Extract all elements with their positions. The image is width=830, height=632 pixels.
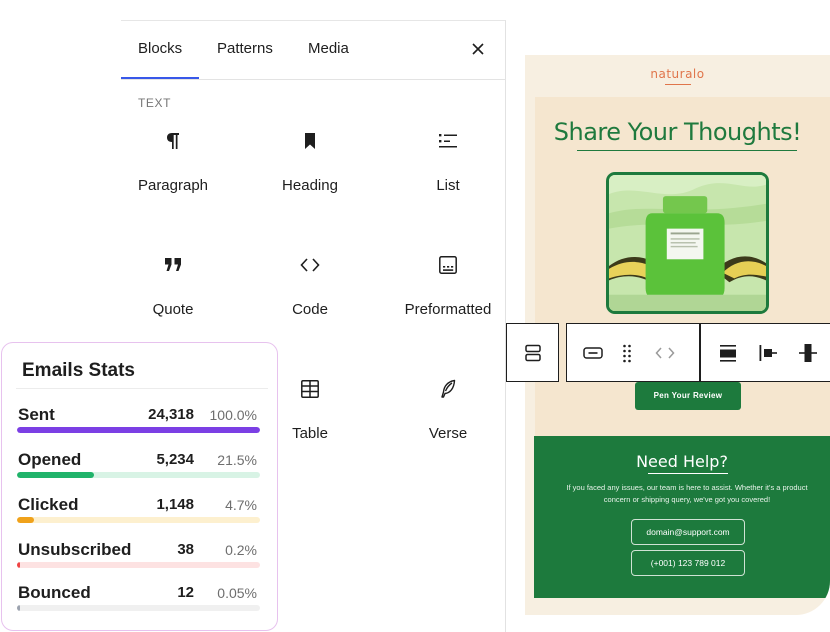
stat-count: 1,148 xyxy=(156,496,194,513)
align-left-button[interactable] xyxy=(756,341,780,365)
hero-title-underline xyxy=(577,150,797,151)
tab-blocks[interactable]: Blocks xyxy=(138,40,182,57)
align-left-icon xyxy=(759,345,777,361)
help-title: Need Help? xyxy=(636,452,728,471)
list-icon xyxy=(436,129,460,153)
contact-phone-button[interactable]: (+001) 123 789 012 xyxy=(631,550,745,576)
stat-count: 24,318 xyxy=(148,406,194,423)
block-label: Verse xyxy=(428,425,468,442)
heading-bookmark-icon xyxy=(298,129,322,153)
close-icon xyxy=(472,43,484,55)
drag-handle-button[interactable] xyxy=(615,341,639,365)
move-arrows-icon xyxy=(655,347,675,359)
help-title-underline xyxy=(648,473,728,474)
move-arrows-button[interactable] xyxy=(653,341,677,365)
contact-email-button[interactable]: domain@support.com xyxy=(631,519,745,545)
close-inserter-button[interactable] xyxy=(466,37,490,61)
stat-count: 5,234 xyxy=(156,451,194,468)
stat-row-clicked: Clicked 1,148 4.7% xyxy=(2,495,277,539)
stat-label: Clicked xyxy=(18,495,79,514)
paragraph-icon xyxy=(161,129,185,153)
block-item-quote[interactable]: Quote xyxy=(113,245,233,345)
tab-patterns[interactable]: Patterns xyxy=(217,40,273,57)
block-item-list[interactable]: List xyxy=(388,121,508,221)
stat-percent: 21.5% xyxy=(217,452,257,468)
stat-progress-fill xyxy=(17,605,20,611)
stats-title: Emails Stats xyxy=(22,360,135,381)
hero-title: Share Your Thoughts! xyxy=(553,118,802,146)
code-icon xyxy=(298,253,322,277)
stat-progress-fill xyxy=(17,427,260,433)
stat-label: Bounced xyxy=(18,583,91,602)
toolbar-block-controls xyxy=(566,323,700,382)
block-label: Heading xyxy=(282,177,338,194)
stat-row-opened: Opened 5,234 21.5% xyxy=(2,450,277,494)
block-item-preformatted[interactable]: Preformatted xyxy=(388,245,508,345)
help-text: If you faced any issues, our team is her… xyxy=(566,483,808,504)
product-image xyxy=(606,172,769,314)
block-item-code[interactable]: Code xyxy=(250,245,370,345)
block-label: Code xyxy=(292,301,328,318)
stat-row-bounced: Bounced 12 0.05% xyxy=(2,583,277,627)
brand-logo: naturalo xyxy=(650,67,705,81)
stat-progress-track xyxy=(17,562,260,568)
button-block-icon xyxy=(583,347,603,359)
stat-progress-track xyxy=(17,605,260,611)
toolbar-alignment-controls xyxy=(700,323,830,382)
stat-progress-fill xyxy=(17,562,20,568)
drag-handle-icon xyxy=(623,344,631,363)
stat-row-unsubscribed: Unsubscribed 38 0.2% xyxy=(2,540,277,584)
block-label: Quote xyxy=(152,301,194,318)
block-label: List xyxy=(436,177,460,194)
tab-media[interactable]: Media xyxy=(308,40,349,57)
align-top-icon xyxy=(720,345,736,362)
block-item-heading[interactable]: Heading xyxy=(250,121,370,221)
stat-progress-fill xyxy=(17,472,94,478)
block-item-verse[interactable]: Verse xyxy=(388,369,508,469)
stat-percent: 100.0% xyxy=(209,407,257,423)
stats-divider xyxy=(16,388,268,389)
align-center-icon xyxy=(799,344,817,362)
brand-underline xyxy=(665,84,691,85)
block-item-paragraph[interactable]: Paragraph xyxy=(113,121,233,221)
pen-review-button[interactable]: Pen Your Review xyxy=(635,382,741,410)
stat-percent: 4.7% xyxy=(225,497,257,513)
align-top-button[interactable] xyxy=(716,341,740,365)
stat-progress-track xyxy=(17,472,260,478)
stat-progress-track xyxy=(17,427,260,433)
stat-label: Opened xyxy=(18,450,82,469)
email-stats-card: Emails Stats Sent 24,318 100.0% Opened 5… xyxy=(1,342,278,631)
stat-row-sent: Sent 24,318 100.0% xyxy=(2,405,277,449)
verse-feather-icon xyxy=(436,377,460,401)
preformatted-icon xyxy=(436,253,460,277)
align-center-button[interactable] xyxy=(796,341,820,365)
inserter-tabs: Blocks Patterns Media xyxy=(121,21,506,80)
stat-progress-track xyxy=(17,517,260,523)
toolbar-parent-block xyxy=(506,323,559,382)
block-label: Preformatted xyxy=(404,301,492,318)
stat-count: 12 xyxy=(177,584,194,601)
quote-icon xyxy=(161,253,185,277)
need-help-section: Need Help? If you faced any issues, our … xyxy=(534,436,830,598)
active-tab-indicator xyxy=(121,77,199,79)
group-block-icon xyxy=(525,344,541,362)
section-label-text: TEXT xyxy=(138,96,172,110)
stat-label: Unsubscribed xyxy=(18,540,132,559)
stat-percent: 0.05% xyxy=(217,585,257,601)
table-icon xyxy=(298,377,322,401)
block-label: Paragraph xyxy=(137,177,209,194)
block-type-button[interactable] xyxy=(581,341,605,365)
stat-progress-fill xyxy=(17,517,35,523)
stat-percent: 0.2% xyxy=(225,542,257,558)
select-parent-button[interactable] xyxy=(521,341,545,365)
stat-label: Sent xyxy=(18,405,55,424)
stat-count: 38 xyxy=(177,541,194,558)
screenshot-canvas: Blocks Patterns Media TEXT Paragraph Hea… xyxy=(0,0,830,632)
